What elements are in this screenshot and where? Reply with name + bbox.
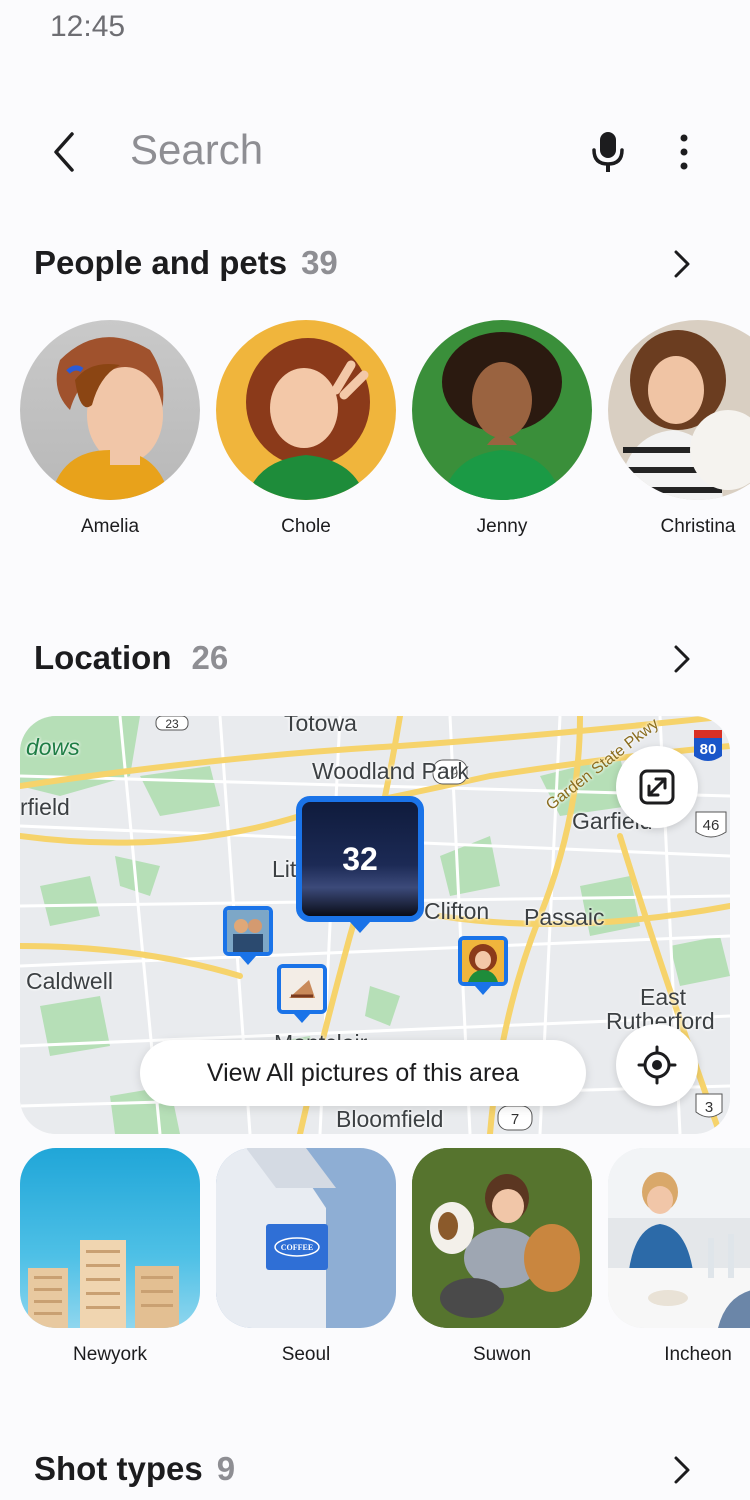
search-input[interactable] [130, 120, 550, 180]
person-name: Chole [281, 516, 331, 537]
svg-text:7: 7 [511, 1111, 519, 1128]
place-thumbnail [608, 1148, 750, 1328]
chevron-left-icon [54, 132, 74, 172]
svg-text:COFFEE: COFFEE [281, 1243, 313, 1252]
person-item[interactable]: Chole [211, 320, 401, 550]
map-cluster-pin[interactable]: 32 [296, 796, 424, 922]
location-map[interactable]: 19 80 46 7 3 23 Totowa Woodland Park Gar… [20, 716, 730, 1134]
place-name: Newyork [73, 1344, 147, 1365]
avatar [608, 320, 750, 500]
shot-types-title: Shot types [34, 1450, 203, 1487]
locate-button[interactable] [616, 1024, 698, 1106]
place-thumbnail [412, 1148, 592, 1328]
place-thumbnail: COFFEE [216, 1148, 396, 1328]
map-label: East [640, 984, 687, 1010]
people-count: 39 [301, 244, 338, 281]
view-all-pictures-button[interactable]: View All pictures of this area [140, 1040, 586, 1106]
pin-tail [475, 986, 491, 995]
shot-types-section-header[interactable]: Shot types 9 [0, 1442, 750, 1500]
more-options-button[interactable] [660, 128, 708, 176]
section-title: Shot types 9 [34, 1450, 235, 1488]
map-label: Lit [272, 856, 297, 882]
expand-icon [639, 769, 675, 805]
place-name: Seoul [281, 1344, 331, 1365]
place-item[interactable]: COFFEE Seoul [211, 1148, 401, 1378]
svg-text:80: 80 [700, 741, 717, 758]
location-title: Location [34, 639, 172, 676]
map-label: Clifton [424, 898, 490, 924]
expand-map-button[interactable] [616, 746, 698, 828]
people-carousel: Amelia Chole Jenny Christina [0, 320, 750, 550]
map-photo-pin[interactable] [223, 906, 273, 956]
chevron-right-icon [674, 250, 690, 278]
place-item[interactable]: Newyork [15, 1148, 205, 1378]
microphone-icon [592, 132, 624, 172]
search-bar [0, 110, 750, 190]
person-name: Jenny [476, 516, 528, 537]
svg-text:23: 23 [165, 717, 179, 731]
place-item[interactable]: Suwon [407, 1148, 597, 1378]
location-see-all-button[interactable] [662, 637, 702, 681]
map-photo-pin[interactable] [458, 936, 508, 986]
pin-photo [227, 910, 269, 952]
person-item[interactable]: Christina [603, 320, 750, 550]
person-name: Amelia [80, 516, 140, 537]
pin-photo [462, 940, 504, 982]
chevron-right-icon [674, 1456, 690, 1484]
map-label: Bloomfield [336, 1106, 444, 1132]
map-label: dows [26, 734, 80, 760]
section-title: People and pets 39 [34, 244, 338, 282]
pin-tail [350, 922, 370, 933]
place-thumbnail [20, 1148, 200, 1328]
shot-types-see-all-button[interactable] [662, 1448, 702, 1492]
cluster-count: 32 [342, 840, 378, 877]
locate-icon [637, 1045, 677, 1085]
voice-search-button[interactable] [584, 128, 632, 176]
map-label: Caldwell [26, 968, 113, 994]
svg-text:46: 46 [703, 817, 720, 834]
location-count: 26 [191, 639, 229, 676]
people-section-header[interactable]: People and pets 39 [0, 236, 750, 296]
places-carousel: Newyork COFFEE Seoul Suwon Incheon [0, 1148, 750, 1378]
map-label: Woodland Park [312, 758, 469, 784]
section-title: Location 26 [34, 639, 228, 677]
person-name: Christina [660, 516, 736, 537]
people-see-all-button[interactable] [662, 242, 702, 286]
location-section-header[interactable]: Location 26 [0, 631, 750, 691]
pin-tail [294, 1014, 310, 1023]
map-label: rfield [20, 794, 70, 820]
place-item[interactable]: Incheon [603, 1148, 750, 1378]
status-time: 12:45 [50, 10, 126, 43]
more-vertical-icon [680, 134, 688, 170]
avatar [216, 320, 396, 500]
person-item[interactable]: Amelia [15, 320, 205, 550]
svg-text:3: 3 [705, 1099, 713, 1116]
person-item[interactable]: Jenny [407, 320, 597, 550]
chevron-right-icon [674, 645, 690, 673]
pin-photo [281, 968, 323, 1010]
map-photo-pin[interactable] [277, 964, 327, 1014]
shot-types-count: 9 [216, 1450, 236, 1487]
pin-tail [240, 956, 256, 965]
back-button[interactable] [40, 128, 88, 176]
avatar [20, 320, 200, 500]
place-name: Suwon [472, 1344, 532, 1365]
map-label: Totowa [284, 716, 357, 736]
people-title: People and pets [34, 244, 288, 281]
map-label: Passaic [524, 904, 605, 930]
place-name: Incheon [664, 1344, 732, 1365]
avatar [412, 320, 592, 500]
